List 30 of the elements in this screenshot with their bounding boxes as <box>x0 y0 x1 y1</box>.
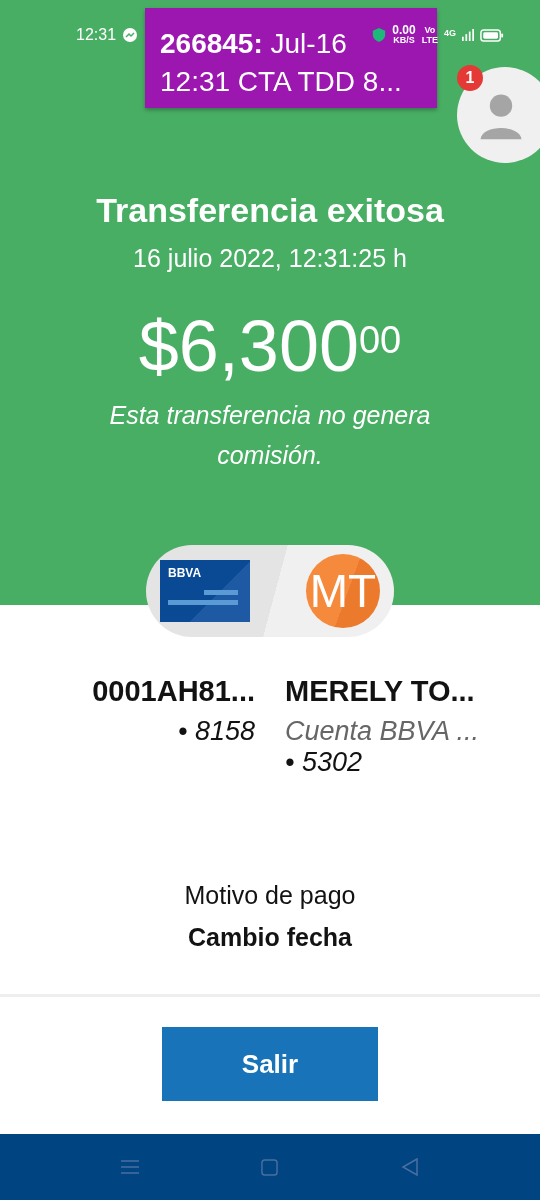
battery-icon <box>480 28 504 42</box>
recipient-account-number: • 5302 <box>285 747 363 778</box>
recipient-account-type: Cuenta BBVA ... <box>285 716 480 747</box>
volte-label: Vo <box>424 25 436 35</box>
notification-badge: 1 <box>457 65 483 91</box>
success-title: Transferencia exitosa <box>96 190 444 230</box>
origin-account-number: • 8158 <box>177 716 255 747</box>
speed-value: 0.00 <box>392 25 416 35</box>
contact-avatar: MT <box>306 554 380 628</box>
exit-button[interactable]: Salir <box>162 1027 378 1101</box>
transfer-amount: $6,300$^{00}$ <box>138 305 402 388</box>
notification-text: 12:31 CTA TDD 8... <box>160 65 402 99</box>
signal-icon <box>462 28 474 42</box>
card-brand: BBVA <box>168 566 202 580</box>
transfer-date: 16 julio 2022, 12:31:25 h <box>133 244 407 273</box>
speed-unit: KB/S <box>393 35 415 45</box>
chat-head[interactable] <box>457 67 540 163</box>
network-label: 4G <box>444 28 456 38</box>
reason-value: Cambio fecha <box>187 922 353 953</box>
home-icon[interactable] <box>261 1158 279 1176</box>
menu-icon[interactable] <box>121 1160 140 1174</box>
notification-title: 266845: Jul-16 <box>160 27 347 61</box>
commission-note: Esta transferencia no genera comisión. <box>108 400 432 471</box>
shield-icon <box>372 27 387 43</box>
messenger-icon <box>122 27 139 43</box>
recipient-name: MERELY TO... <box>285 675 475 708</box>
status-time: 12:31 <box>76 26 117 44</box>
origin-account-name: 0001AH81... <box>92 675 255 708</box>
back-icon[interactable] <box>400 1158 419 1176</box>
reason-label: Motivo de pago <box>183 880 357 911</box>
